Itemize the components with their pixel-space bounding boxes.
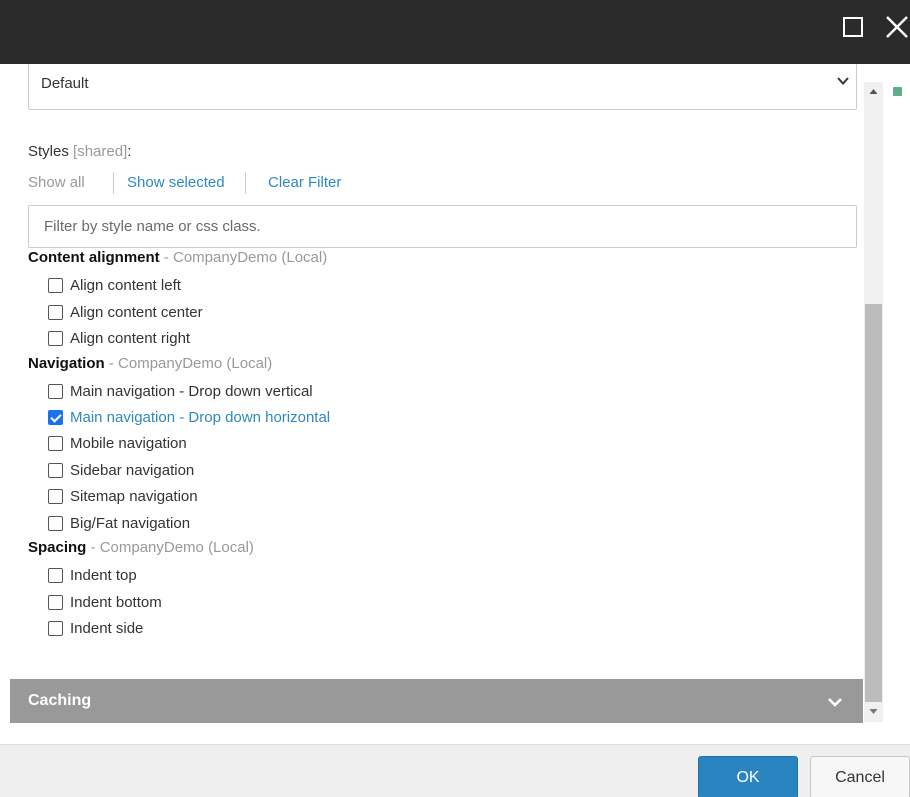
maximize-icon[interactable]: [843, 17, 863, 37]
chevron-down-icon: [828, 698, 842, 707]
clear-filter-link[interactable]: Clear Filter: [268, 174, 341, 191]
checkbox[interactable]: [48, 304, 63, 320]
vertical-scrollbar[interactable]: [864, 82, 883, 722]
checkbox[interactable]: [48, 330, 63, 346]
caching-label: Caching: [28, 692, 92, 709]
checkbox[interactable]: [48, 567, 63, 583]
caching-section-header[interactable]: Caching: [10, 679, 863, 723]
style-option[interactable]: Sidebar navigation: [48, 460, 194, 480]
ok-button[interactable]: OK: [698, 756, 798, 797]
scroll-down-button[interactable]: [864, 702, 883, 722]
style-option-selected[interactable]: Main navigation - Drop down horizontal: [48, 407, 330, 427]
title-bar: [0, 0, 910, 64]
style-option[interactable]: Align content center: [48, 302, 203, 322]
checkbox-checked[interactable]: [48, 409, 63, 425]
checkbox[interactable]: [48, 620, 63, 636]
checkbox[interactable]: [48, 488, 63, 504]
style-option[interactable]: Mobile navigation: [48, 433, 187, 453]
status-indicator: [893, 87, 902, 96]
arrow-down-icon: [869, 709, 878, 714]
style-option[interactable]: Main navigation - Drop down vertical: [48, 381, 313, 401]
group-header-navigation: Navigation - CompanyDemo (Local): [28, 355, 273, 372]
checkbox[interactable]: [48, 594, 63, 610]
scrollbar-thumb[interactable]: [865, 304, 882, 702]
show-all-link[interactable]: Show all: [28, 174, 85, 191]
chevron-down-icon: [837, 77, 849, 85]
group-header-spacing: Spacing - CompanyDemo (Local): [28, 539, 254, 556]
variant-select[interactable]: Default: [28, 64, 857, 110]
close-icon[interactable]: [884, 14, 910, 40]
checkbox[interactable]: [48, 435, 63, 451]
style-option[interactable]: Indent side: [48, 618, 143, 638]
link-divider: [245, 172, 246, 194]
shared-tag: [shared]: [73, 143, 128, 160]
style-filter-input[interactable]: [28, 205, 857, 248]
style-option[interactable]: Indent top: [48, 565, 137, 585]
checkbox[interactable]: [48, 515, 63, 531]
dialog-content: Default Styles [shared]: Show all Show s…: [0, 64, 864, 744]
checkbox[interactable]: [48, 383, 63, 399]
checkbox[interactable]: [48, 462, 63, 478]
style-option[interactable]: Sitemap navigation: [48, 486, 198, 506]
style-option[interactable]: Indent bottom: [48, 592, 162, 612]
arrow-up-icon: [869, 89, 878, 94]
group-header-content-alignment: Content alignment - CompanyDemo (Local): [28, 249, 328, 266]
cancel-button[interactable]: Cancel: [810, 756, 910, 797]
styles-label: Styles [shared]:: [28, 143, 132, 160]
link-divider: [113, 172, 114, 194]
style-option[interactable]: Align content right: [48, 328, 190, 348]
scroll-up-button[interactable]: [864, 82, 883, 102]
checkbox[interactable]: [48, 277, 63, 293]
show-selected-link[interactable]: Show selected: [127, 174, 225, 191]
dialog-footer: OK Cancel: [0, 744, 910, 797]
style-option[interactable]: Align content left: [48, 275, 181, 295]
variant-select-value: Default: [41, 75, 89, 92]
style-option[interactable]: Big/Fat navigation: [48, 513, 190, 533]
